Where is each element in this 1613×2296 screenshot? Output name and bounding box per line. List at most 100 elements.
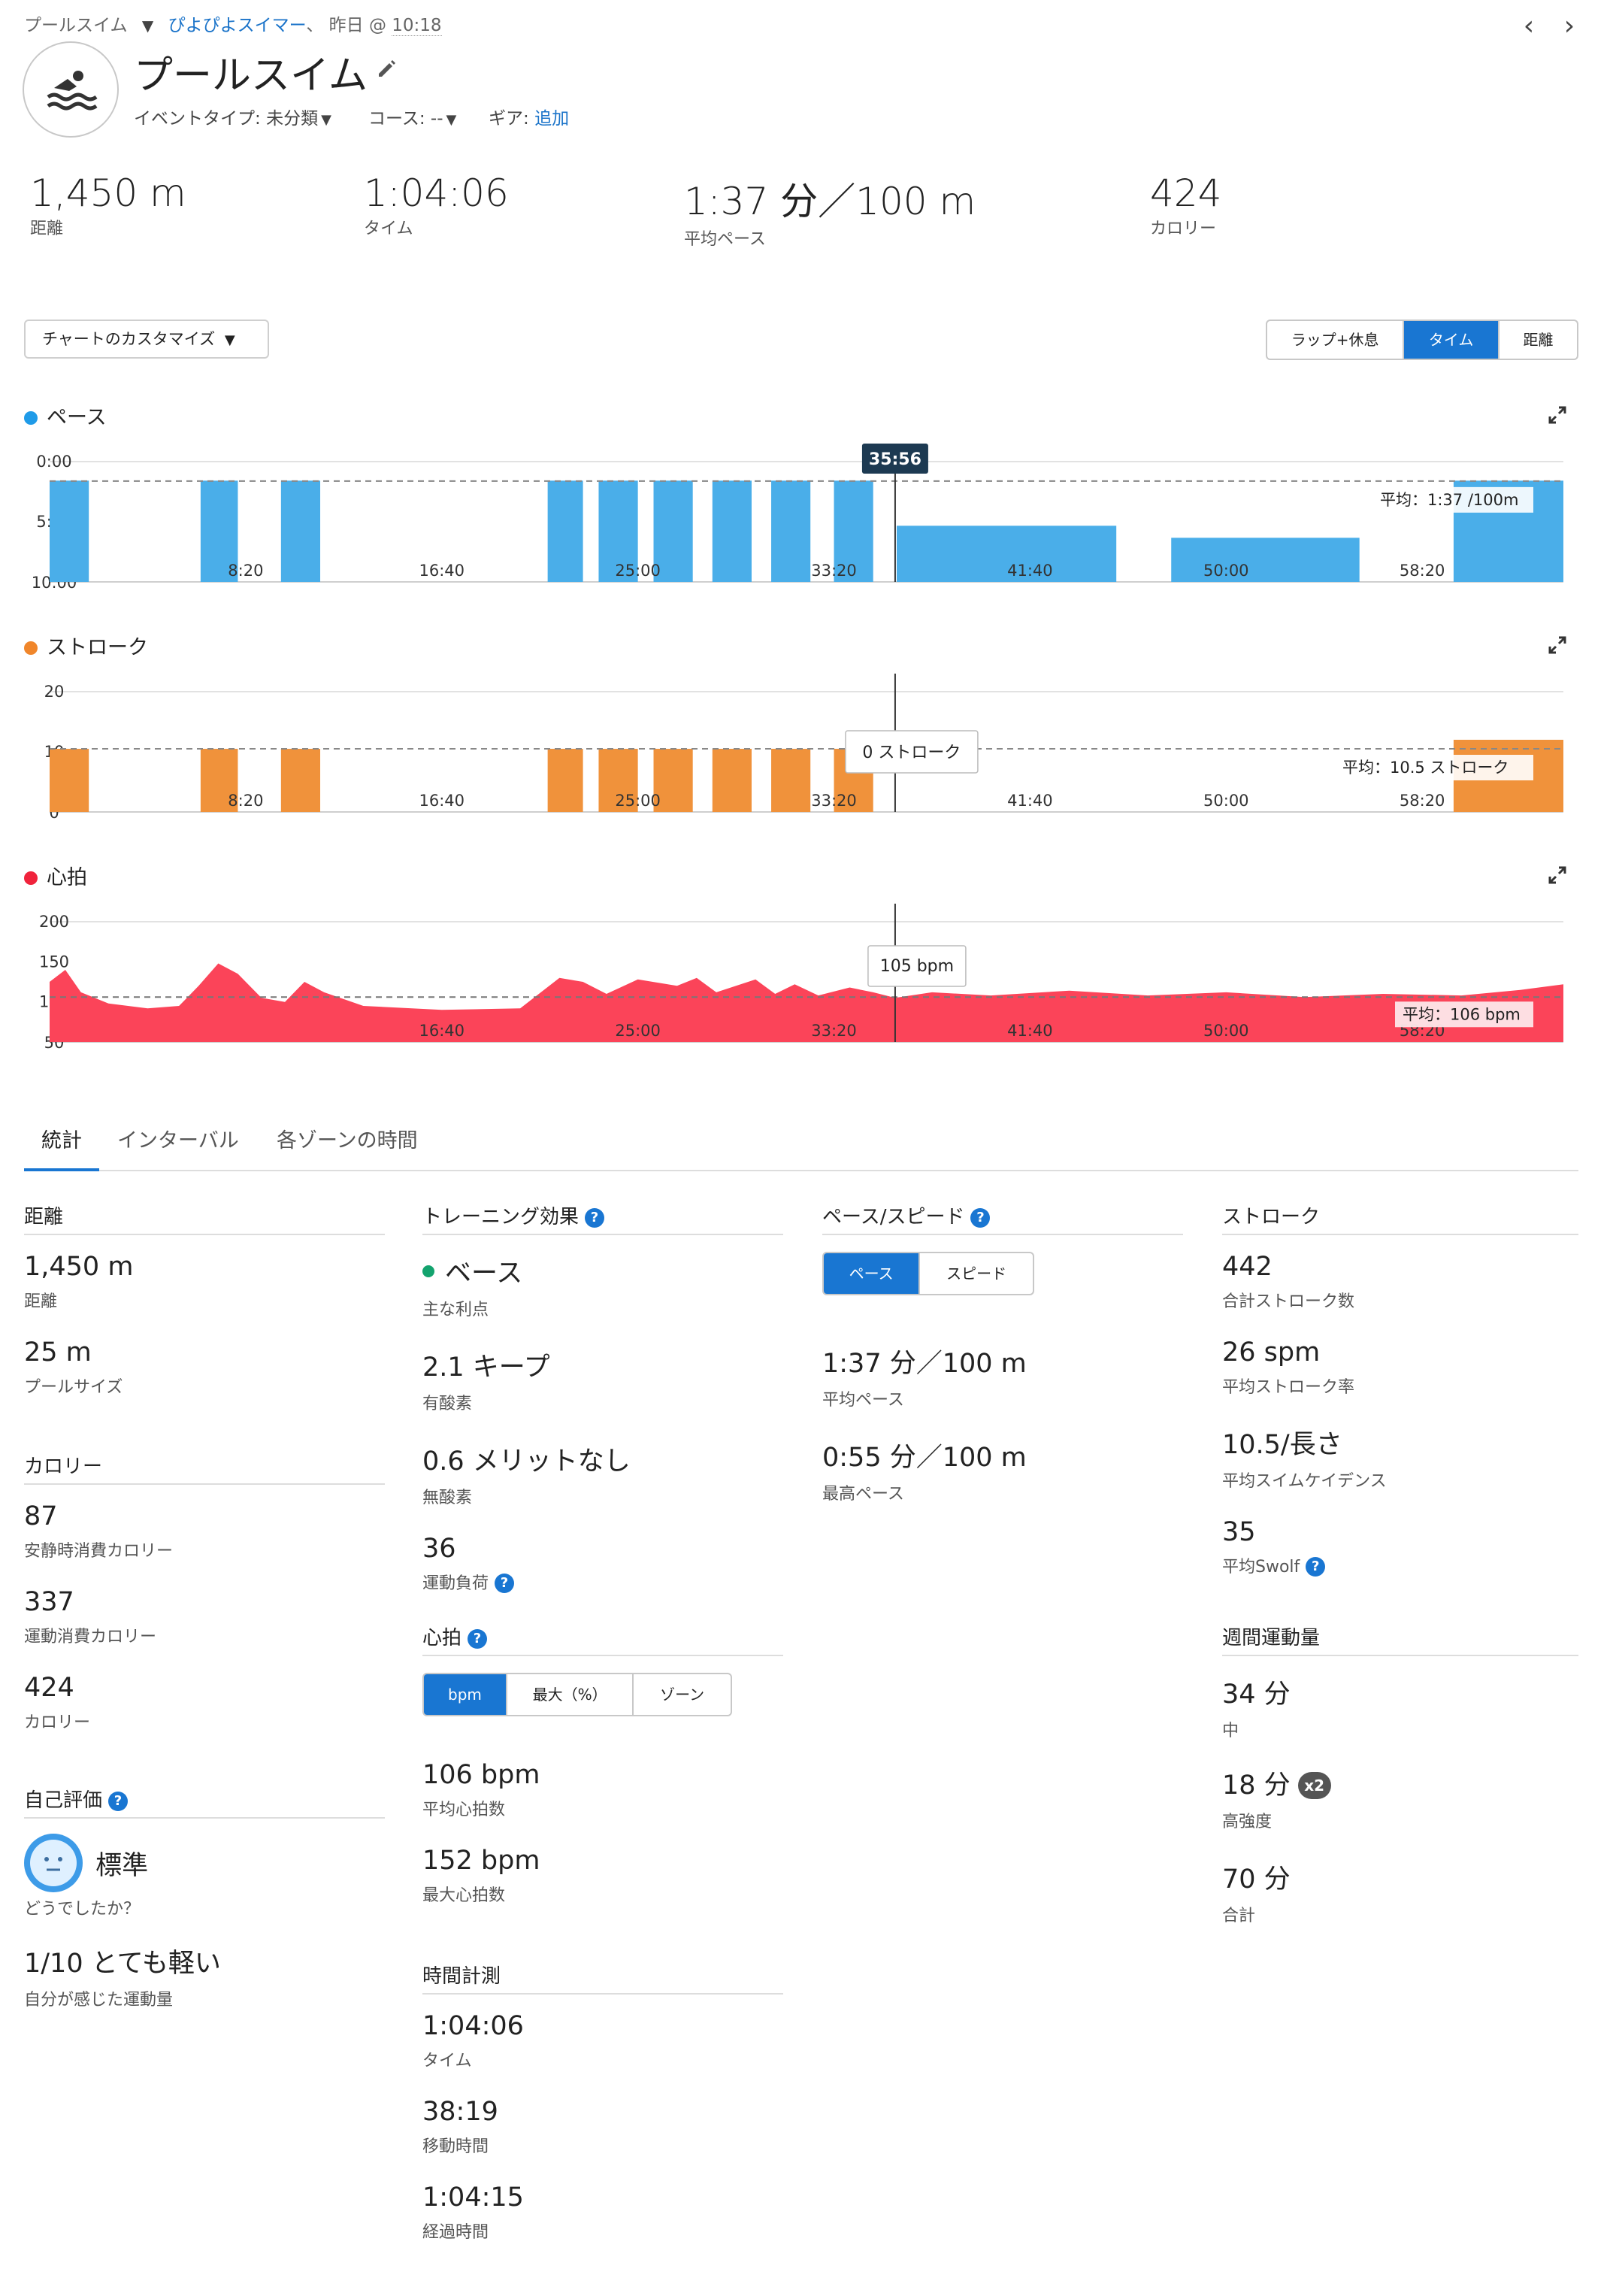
stat-value: 1:04:06 <box>422 2011 524 2041</box>
effort-label: 自分が感じた運動量 <box>24 1991 174 2010</box>
tab-intervals[interactable]: インターバル <box>117 1125 239 1168</box>
stats-tabs: 統計 インターバル 各ゾーンの時間 <box>24 1125 1578 1171</box>
kpi-label: タイム <box>364 220 413 238</box>
x-tick-label: 8:20 <box>228 792 263 810</box>
pace-legend-dot <box>24 411 38 425</box>
seg-bpm[interactable]: bpm <box>424 1674 507 1715</box>
anaerobic-value: 0.6 メリットなし <box>422 1446 631 1477</box>
stat-label: 経過時間 <box>422 2223 489 2242</box>
neutral-face-icon[interactable] <box>24 1834 83 1892</box>
seg-max-percent[interactable]: 最大（%） <box>507 1674 634 1715</box>
help-icon[interactable]: ? <box>108 1792 129 1811</box>
load-value: 36 <box>422 1534 456 1564</box>
seg-zone[interactable]: ゾーン <box>634 1674 731 1715</box>
chevron-down-icon[interactable]: ▼ <box>321 112 331 128</box>
pace-chart-title: ペース <box>24 401 107 430</box>
training-heading: トレーニング効果? <box>422 1201 783 1235</box>
y-tick-label: 150 <box>39 953 69 971</box>
vigorous-value-text: 18 分 <box>1222 1770 1291 1801</box>
stroke-chart[interactable]: 201008:2016:4025:0033:2041:4050:0058:20平… <box>0 674 1613 824</box>
stat-item: 26 spm 平均ストローク率 <box>1222 1337 1578 1398</box>
x-tick-label: 41:40 <box>1007 562 1053 580</box>
customize-chart-dropdown[interactable]: チャートのカスタマイズ ▼ <box>24 320 269 359</box>
x-tick-label: 16:40 <box>419 1022 465 1040</box>
pace-chart-title-text: ペース <box>47 406 107 429</box>
x-tick-label: 50:00 <box>1203 792 1249 810</box>
breadcrumb-at: @ <box>368 16 386 35</box>
gear-label: ギア: <box>489 109 529 129</box>
stroke-heading: ストローク <box>1222 1201 1578 1235</box>
hr-chart[interactable]: 2001501005016:4025:0033:2041:4050:0058:2… <box>0 904 1613 1054</box>
event-type[interactable]: イベントタイプ: 未分類 ▼ <box>134 104 331 129</box>
moderate-label: 中 <box>1222 1722 1239 1740</box>
weekly-heading: 週間運動量 <box>1222 1622 1578 1656</box>
seg-pace[interactable]: ペース <box>824 1253 921 1294</box>
moderate-value: 34 分 <box>1222 1680 1291 1710</box>
stat-value: 442 <box>1222 1252 1273 1282</box>
stat-label: タイム <box>422 2052 472 2070</box>
stat-item: 1:37 分／100 m 平均ペース <box>822 1342 1183 1410</box>
gear-add-link[interactable]: 追加 <box>534 109 569 129</box>
stat-value: 1:04:15 <box>422 2182 524 2213</box>
pace-bar <box>547 480 583 582</box>
x-tick-label: 50:00 <box>1203 562 1249 580</box>
stat-label: カロリー <box>24 1713 91 1732</box>
previous-activity-icon[interactable]: ‹ <box>1514 11 1544 41</box>
primary-benefit-label: 主な利点 <box>422 1301 489 1319</box>
chevron-down-icon: ▼ <box>224 332 235 348</box>
stroke-bar <box>771 749 811 812</box>
pace-chart[interactable]: 0:005:0010:008:2016:4025:0033:2041:4050:… <box>0 444 1613 594</box>
expand-icon[interactable] <box>1547 865 1568 886</box>
event-type-value[interactable]: 未分類 <box>266 109 318 129</box>
expand-icon[interactable] <box>1547 635 1568 656</box>
pace-heading-text: ペース/スピード <box>822 1206 965 1228</box>
x-tick-label: 58:20 <box>1400 792 1445 810</box>
breadcrumb-activity-type[interactable]: プールスイム <box>24 16 128 35</box>
hr-legend-dot <box>24 871 38 885</box>
stat-value: 26 spm <box>1222 1337 1321 1368</box>
stat-label: プールサイズ <box>24 1378 123 1397</box>
help-icon[interactable]: ? <box>585 1208 605 1228</box>
breadcrumb-user-link[interactable]: ぴよぴよスイマー <box>168 16 307 35</box>
multiplier-badge: x2 <box>1297 1772 1331 1799</box>
tab-zone-time[interactable]: 各ゾーンの時間 <box>277 1125 418 1168</box>
course-value[interactable]: -- <box>431 109 443 129</box>
seg-distance[interactable]: 距離 <box>1500 321 1577 359</box>
anaerobic-label: 無酸素 <box>422 1489 473 1507</box>
stat-value: 35 <box>1222 1517 1256 1547</box>
help-icon[interactable]: ? <box>970 1208 991 1228</box>
pace-speed-section: ペース/スピード? ペース スピード 1:37 分／100 m 平均ペース 0:… <box>822 1201 1183 1504</box>
seg-laps-rest[interactable]: ラップ+休息 <box>1267 321 1405 359</box>
total-label: 合計 <box>1222 1907 1256 1925</box>
stat-value: 87 <box>24 1501 58 1531</box>
chevron-down-icon[interactable]: ▼ <box>142 17 153 35</box>
hr-stats-section: 心拍? bpm 最大（%） ゾーン 106 bpm 平均心拍数 152 bpm … <box>422 1622 783 1906</box>
feeling: 標準 <box>24 1834 385 1892</box>
stat-label: 距離 <box>24 1292 58 1311</box>
vigorous-label: 高強度 <box>1222 1813 1273 1831</box>
seg-speed[interactable]: スピード <box>920 1253 1033 1294</box>
calories-section: カロリー 87 安静時消費カロリー 337 運動消費カロリー 424 カロリー <box>24 1451 385 1733</box>
kpi-time: 1:04:06 タイム <box>364 171 509 239</box>
stat-value: 1,450 m <box>24 1252 134 1282</box>
chevron-down-icon[interactable]: ▼ <box>446 112 457 128</box>
next-activity-icon[interactable]: › <box>1554 11 1584 41</box>
stat-item: 0:55 分／100 m 最高ペース <box>822 1436 1183 1504</box>
help-icon[interactable]: ? <box>1306 1557 1326 1577</box>
x-tick-label: 41:40 <box>1007 1022 1053 1040</box>
self-eval-heading: 自己評価? <box>24 1785 385 1819</box>
pace-bar <box>1171 538 1360 582</box>
pencil-edit-icon[interactable] <box>374 56 398 80</box>
expand-icon[interactable] <box>1547 404 1568 426</box>
tab-stats[interactable]: 統計 <box>24 1125 99 1171</box>
feeling-value: 標準 <box>95 1850 149 1881</box>
seg-time[interactable]: タイム <box>1404 321 1500 359</box>
kpi-value: 1:04:06 <box>364 171 509 215</box>
course-selector[interactable]: コース: -- ▼ <box>368 104 456 129</box>
pace-bar <box>280 480 321 582</box>
help-icon[interactable]: ? <box>468 1629 488 1649</box>
kpi-avg-pace: 1:37 分／100 m 平均ペース <box>684 171 976 250</box>
help-icon[interactable]: ? <box>495 1574 515 1593</box>
stroke-bar <box>547 749 583 812</box>
avg-hr-value: 106 bpm <box>422 1760 540 1790</box>
